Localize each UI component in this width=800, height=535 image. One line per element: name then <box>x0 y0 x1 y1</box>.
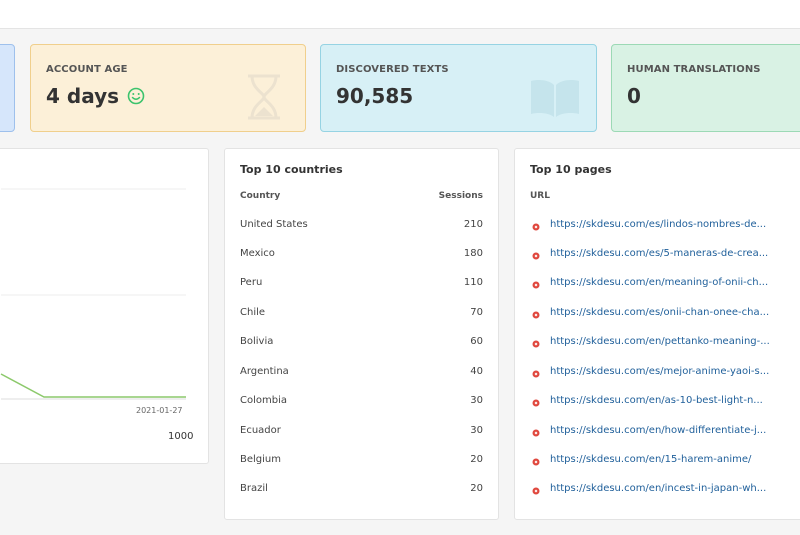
top-pages-card: Top 10 pages URL https://skdesu.com/es/l… <box>514 148 800 520</box>
page-favicon-icon <box>532 281 540 289</box>
hourglass-icon <box>248 74 280 120</box>
page-favicon-icon <box>532 311 540 319</box>
top-bar <box>0 0 800 29</box>
sessions-line-chart <box>0 188 186 400</box>
country-name: Argentina <box>240 366 289 377</box>
smile-icon <box>127 87 145 105</box>
page-url-link[interactable]: https://skdesu.com/es/lindos-nombres-de.… <box>550 219 766 230</box>
country-name: Mexico <box>240 248 275 259</box>
human-translations-label: HUMAN TRANSLATIONS <box>627 64 761 75</box>
stat-card-partial <box>0 44 15 132</box>
country-sessions: 20 <box>470 483 483 494</box>
page-favicon-icon <box>532 458 540 466</box>
page-url-link[interactable]: https://skdesu.com/en/incest-in-japan-wh… <box>550 483 766 494</box>
country-sessions: 30 <box>470 425 483 436</box>
page-favicon-icon <box>532 223 540 231</box>
page-favicon-icon <box>532 370 540 378</box>
page-favicon-icon <box>532 340 540 348</box>
page-url-link[interactable]: https://skdesu.com/es/5-maneras-de-crea.… <box>550 248 768 259</box>
country-name: Bolivia <box>240 336 274 347</box>
page-url-link[interactable]: https://skdesu.com/en/how-differentiate-… <box>550 425 766 436</box>
country-sessions: 40 <box>470 366 483 377</box>
country-sessions: 110 <box>463 277 483 288</box>
country-sessions: 30 <box>470 395 483 406</box>
stat-card-human-translations: HUMAN TRANSLATIONS 0 <box>611 44 800 132</box>
country-name: Brazil <box>240 483 268 494</box>
page-favicon-icon <box>532 399 540 407</box>
page-url-link[interactable]: https://skdesu.com/es/onii-chan-onee-cha… <box>550 307 769 318</box>
page-url-link[interactable]: https://skdesu.com/en/15-harem-anime/ <box>550 454 751 465</box>
sessions-column-header: Sessions <box>438 191 483 201</box>
top-pages-title: Top 10 pages <box>530 163 612 176</box>
country-name: Chile <box>240 307 266 318</box>
country-sessions: 180 <box>463 248 483 259</box>
page-favicon-icon <box>532 487 540 495</box>
country-name: Belgium <box>240 454 281 465</box>
sessions-series-line <box>0 373 186 398</box>
discovered-texts-value: 90,585 <box>336 84 414 108</box>
page-favicon-icon <box>532 252 540 260</box>
country-name: Ecuador <box>240 425 281 436</box>
country-sessions: 20 <box>470 454 483 465</box>
human-translations-value: 0 <box>627 84 641 108</box>
top-countries-title: Top 10 countries <box>240 163 343 176</box>
account-age-label: ACCOUNT AGE <box>46 64 128 75</box>
stat-card-discovered-texts: DISCOVERED TEXTS 90,585 <box>320 44 597 132</box>
country-sessions: 70 <box>470 307 483 318</box>
top-countries-card: Top 10 countries Country Sessions United… <box>224 148 499 520</box>
discovered-texts-label: DISCOVERED TEXTS <box>336 64 449 75</box>
book-icon <box>531 80 579 117</box>
country-sessions: 60 <box>470 336 483 347</box>
country-name: United States <box>240 219 308 230</box>
chart-card: 2021-01-27 1000 <box>0 148 209 464</box>
account-age-value: 4 days <box>46 84 145 108</box>
page-favicon-icon <box>532 429 540 437</box>
country-name: Colombia <box>240 395 287 406</box>
page-url-link[interactable]: https://skdesu.com/en/pettanko-meaning-.… <box>550 336 770 347</box>
country-name: Peru <box>240 277 263 288</box>
page-url-link[interactable]: https://skdesu.com/en/meaning-of-onii-ch… <box>550 277 768 288</box>
country-sessions: 210 <box>463 219 483 230</box>
stat-card-account-age: ACCOUNT AGE 4 days <box>30 44 306 132</box>
country-column-header: Country <box>240 191 281 201</box>
chart-value-label: 1000 <box>168 431 194 442</box>
page-url-link[interactable]: https://skdesu.com/es/mejor-anime-yaoi-s… <box>550 366 769 377</box>
url-column-header: URL <box>530 191 550 201</box>
account-age-number: 4 days <box>46 84 120 108</box>
x-tick-label: 2021-01-27 <box>136 406 183 415</box>
page-url-link[interactable]: https://skdesu.com/en/as-10-best-light-n… <box>550 395 763 406</box>
